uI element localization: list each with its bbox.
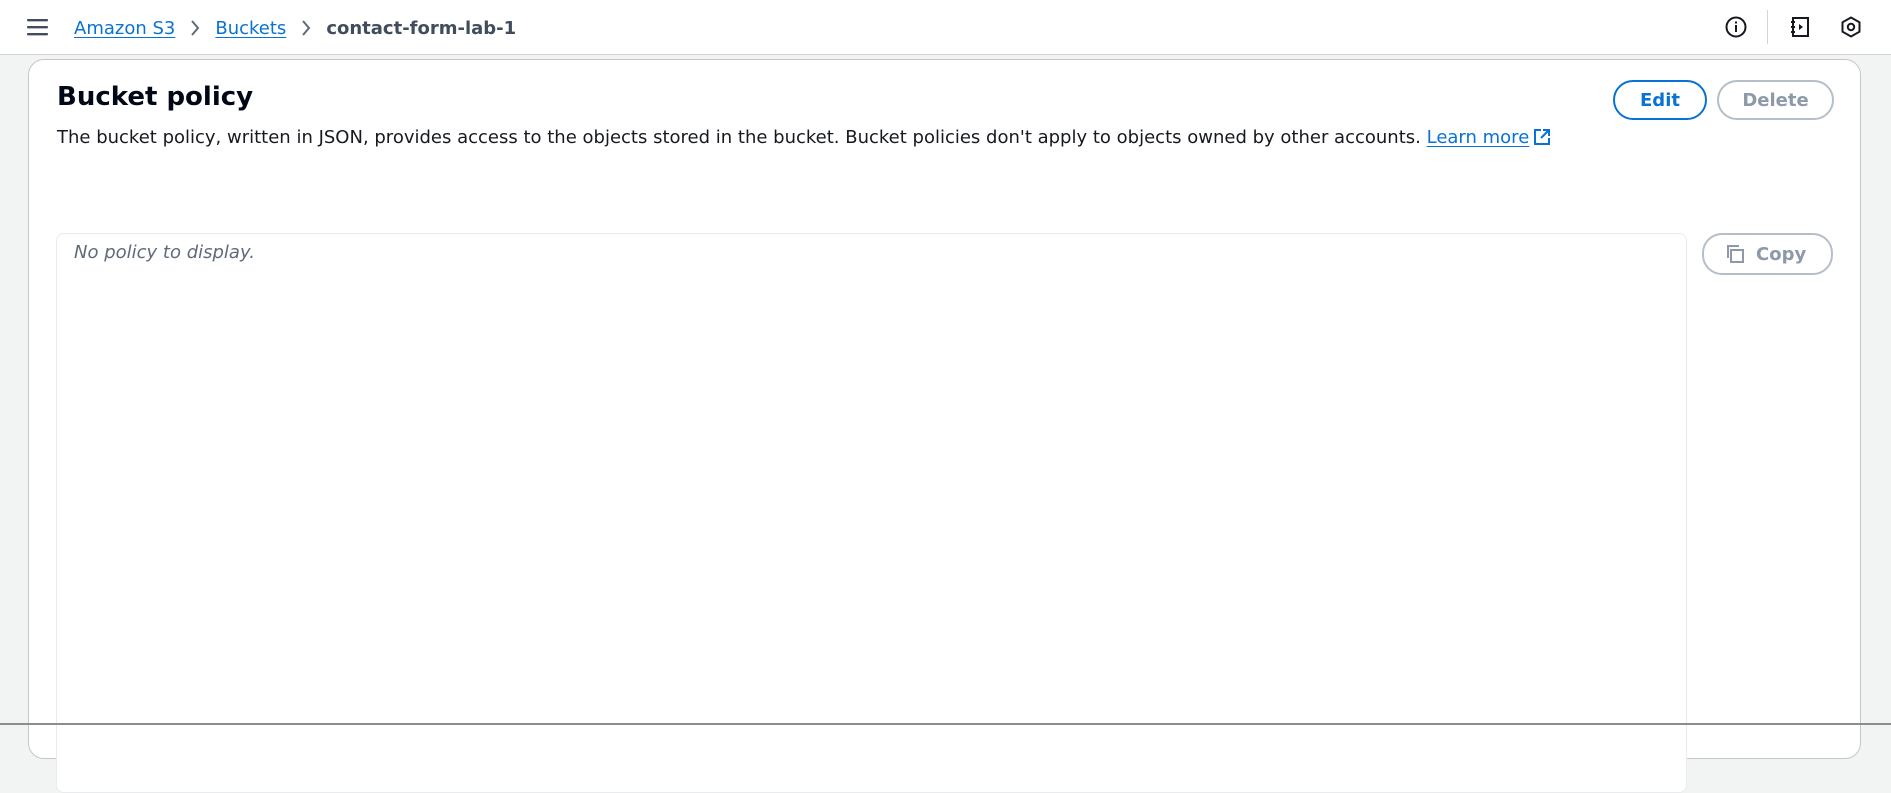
edit-button[interactable]: Edit: [1613, 80, 1707, 120]
chevron-right-icon: [300, 19, 312, 37]
breadcrumb: Amazon S3 Buckets contact-form-lab-1: [74, 14, 516, 42]
bucket-policy-panel: Bucket policy The bucket policy, written…: [28, 59, 1861, 793]
breadcrumb-current-bucket: contact-form-lab-1: [326, 17, 517, 39]
top-navigation-bar: Amazon S3 Buckets contact-form-lab-1: [0, 0, 1891, 55]
empty-policy-text: No policy to display.: [74, 242, 255, 263]
header-divider: [1767, 10, 1768, 44]
external-link-icon[interactable]: [1533, 128, 1551, 151]
delete-button[interactable]: Delete: [1717, 80, 1834, 120]
hexagon-settings-icon[interactable]: [1837, 13, 1865, 41]
copy-label: Copy: [1756, 243, 1807, 265]
chevron-right-icon: [189, 19, 201, 37]
bucket-policy-description: The bucket policy, written in JSON, prov…: [57, 127, 1551, 151]
info-icon[interactable]: [1722, 13, 1750, 41]
breadcrumb-buckets[interactable]: Buckets: [215, 18, 286, 39]
copy-button[interactable]: Copy: [1702, 233, 1833, 275]
notebook-icon[interactable]: [1786, 13, 1814, 41]
copy-icon: [1724, 243, 1746, 265]
breadcrumb-amazon-s3[interactable]: Amazon S3: [74, 18, 175, 39]
learn-more-label[interactable]: Learn more: [1427, 127, 1530, 148]
description-text: The bucket policy, written in JSON, prov…: [57, 127, 1421, 148]
policy-code-viewer[interactable]: No policy to display.: [56, 233, 1687, 793]
hamburger-menu-icon[interactable]: [24, 14, 52, 40]
learn-more-link[interactable]: Learn more: [1427, 127, 1552, 148]
page-title: Bucket policy: [57, 82, 254, 112]
